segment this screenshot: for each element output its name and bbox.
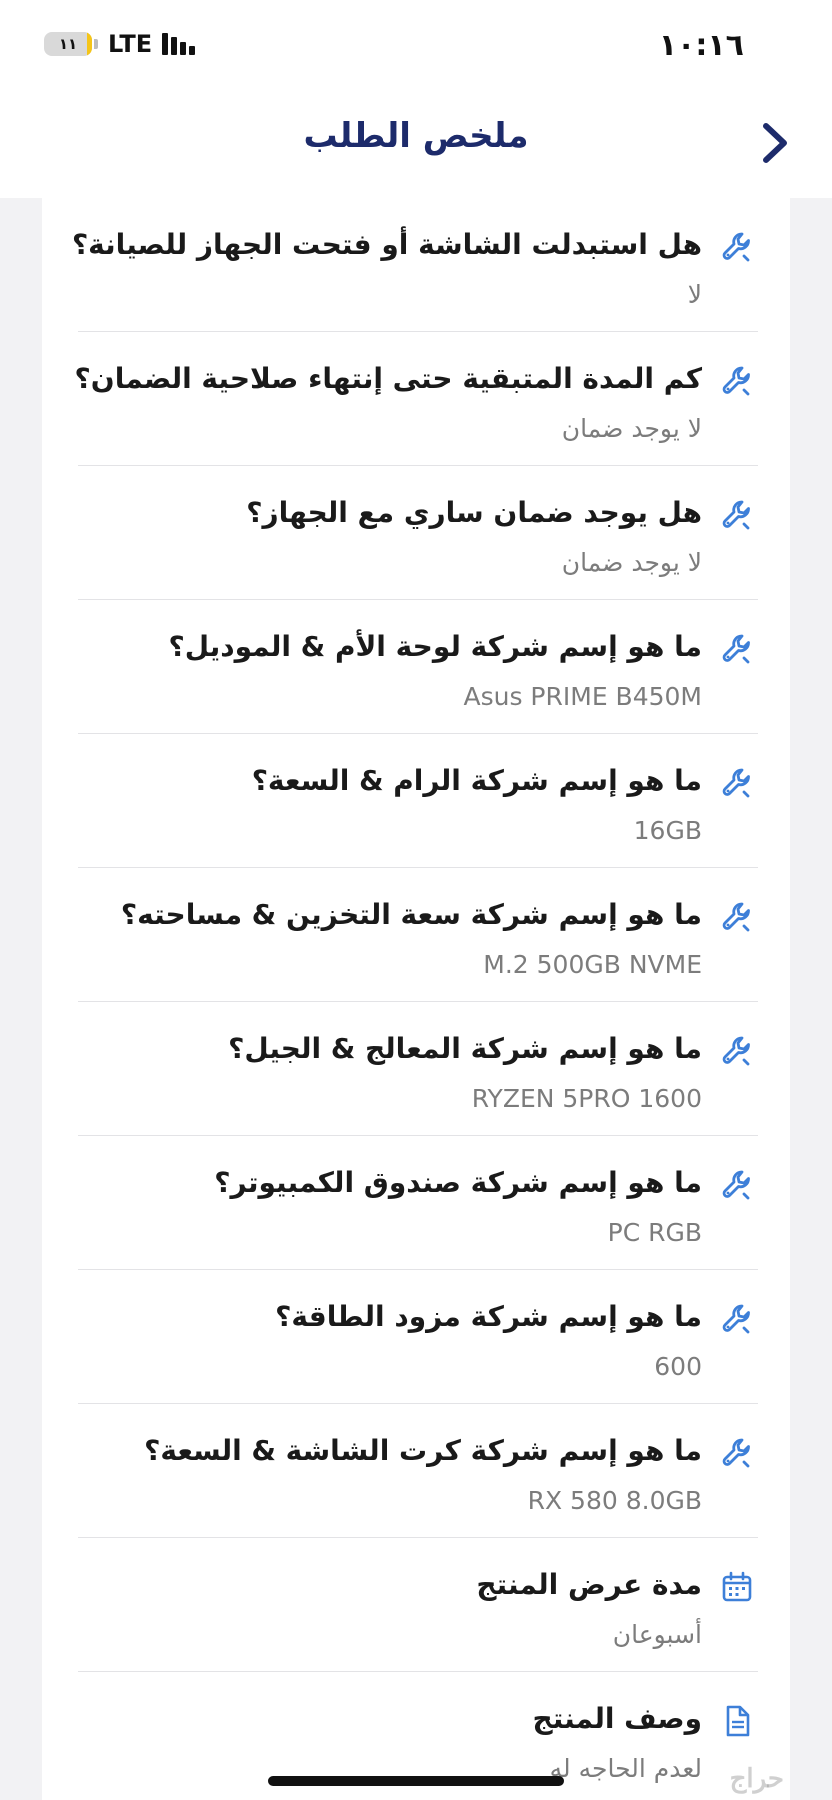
wrench-icon — [720, 632, 754, 666]
battery-icon: ١١ — [44, 32, 92, 56]
row-question: مدة عرض المنتج — [476, 1568, 702, 1601]
document-icon — [720, 1704, 754, 1738]
chevron-right-icon — [763, 123, 787, 163]
summary-row: ما هو إسم شركة مزود الطاقة؟ 600 — [78, 1270, 758, 1404]
status-bar: ١١ LTE ١٠:١٦ — [0, 0, 832, 88]
row-question: ما هو إسم شركة الرام & السعة؟ — [251, 764, 702, 797]
row-question: كم المدة المتبقية حتى إنتهاء صلاحية الضم… — [74, 362, 702, 395]
back-button[interactable] — [754, 118, 798, 168]
row-answer: أسبوعان — [612, 1620, 702, 1649]
row-answer: PC RGB — [607, 1218, 702, 1247]
row-answer: 16GB — [633, 816, 702, 845]
battery-tip — [94, 39, 98, 49]
row-question: هل يوجد ضمان ساري مع الجهاز؟ — [246, 496, 702, 529]
row-answer: 600 — [654, 1352, 702, 1381]
wrench-icon — [720, 230, 754, 264]
summary-row: ما هو إسم شركة كرت الشاشة & السعة؟ RX 580… — [78, 1404, 758, 1538]
summary-row: ما هو إسم شركة سعة التخزين & مساحته؟ M.2 … — [78, 868, 758, 1002]
watermark-logo: حراج — [729, 1764, 784, 1794]
row-question: وصف المنتج — [532, 1702, 702, 1735]
page-title: ملخص الطلب — [303, 116, 529, 156]
row-answer: M.2 500GB NVME — [483, 950, 702, 979]
row-question: ما هو إسم شركة صندوق الكمبيوتر؟ — [214, 1166, 702, 1199]
row-answer: RX 580 8.0GB — [527, 1486, 702, 1515]
row-question: ما هو إسم شركة لوحة الأم & الموديل؟ — [168, 630, 702, 663]
wrench-icon — [720, 900, 754, 934]
summary-row: هل يوجد ضمان ساري مع الجهاز؟ لا يوجد ضمان — [78, 466, 758, 600]
row-question: ما هو إسم شركة المعالج & الجيل؟ — [228, 1032, 702, 1065]
wrench-icon — [720, 1034, 754, 1068]
signal-icon — [162, 33, 196, 55]
row-question: ما هو إسم شركة مزود الطاقة؟ — [275, 1300, 702, 1333]
wrench-icon — [720, 1302, 754, 1336]
battery-level: ١١ — [58, 35, 78, 53]
row-answer: لعدم الحاجه له — [549, 1754, 702, 1783]
row-answer: لا يوجد ضمان — [561, 414, 702, 443]
page-header: ملخص الطلب — [0, 88, 832, 198]
row-answer: لا — [687, 280, 702, 309]
summary-row: مدة عرض المنتج أسبوعان — [78, 1538, 758, 1672]
status-indicators: ١١ LTE — [44, 30, 196, 58]
row-answer: Asus PRIME B450M — [463, 682, 702, 711]
summary-row: ما هو إسم شركة الرام & السعة؟ 16GB — [78, 734, 758, 868]
summary-row: ما هو إسم شركة لوحة الأم & الموديل؟ Asus … — [78, 600, 758, 734]
home-indicator — [268, 1776, 564, 1786]
calendar-icon — [720, 1570, 754, 1604]
wrench-icon — [720, 1168, 754, 1202]
row-answer: RYZEN 5PRO 1600 — [471, 1084, 702, 1113]
row-answer: لا يوجد ضمان — [561, 548, 702, 577]
summary-row: كم المدة المتبقية حتى إنتهاء صلاحية الضم… — [74, 332, 758, 466]
wrench-icon — [720, 1436, 754, 1470]
row-question: ما هو إسم شركة كرت الشاشة & السعة؟ — [144, 1434, 702, 1467]
order-summary-card: هل استبدلت الشاشة أو فتحت الجهاز للصيانة… — [42, 198, 790, 1800]
wrench-icon — [720, 766, 754, 800]
status-time: ١٠:١٦ — [658, 28, 744, 63]
summary-row: ما هو إسم شركة صندوق الكمبيوتر؟ PC RGB — [78, 1136, 758, 1270]
summary-row: هل استبدلت الشاشة أو فتحت الجهاز للصيانة… — [72, 198, 758, 332]
wrench-icon — [720, 364, 754, 398]
summary-row: ما هو إسم شركة المعالج & الجيل؟ RYZEN 5PR… — [78, 1002, 758, 1136]
network-type: LTE — [108, 30, 153, 58]
row-question: ما هو إسم شركة سعة التخزين & مساحته؟ — [120, 898, 702, 931]
row-question: هل استبدلت الشاشة أو فتحت الجهاز للصيانة… — [71, 228, 702, 261]
wrench-icon — [720, 498, 754, 532]
